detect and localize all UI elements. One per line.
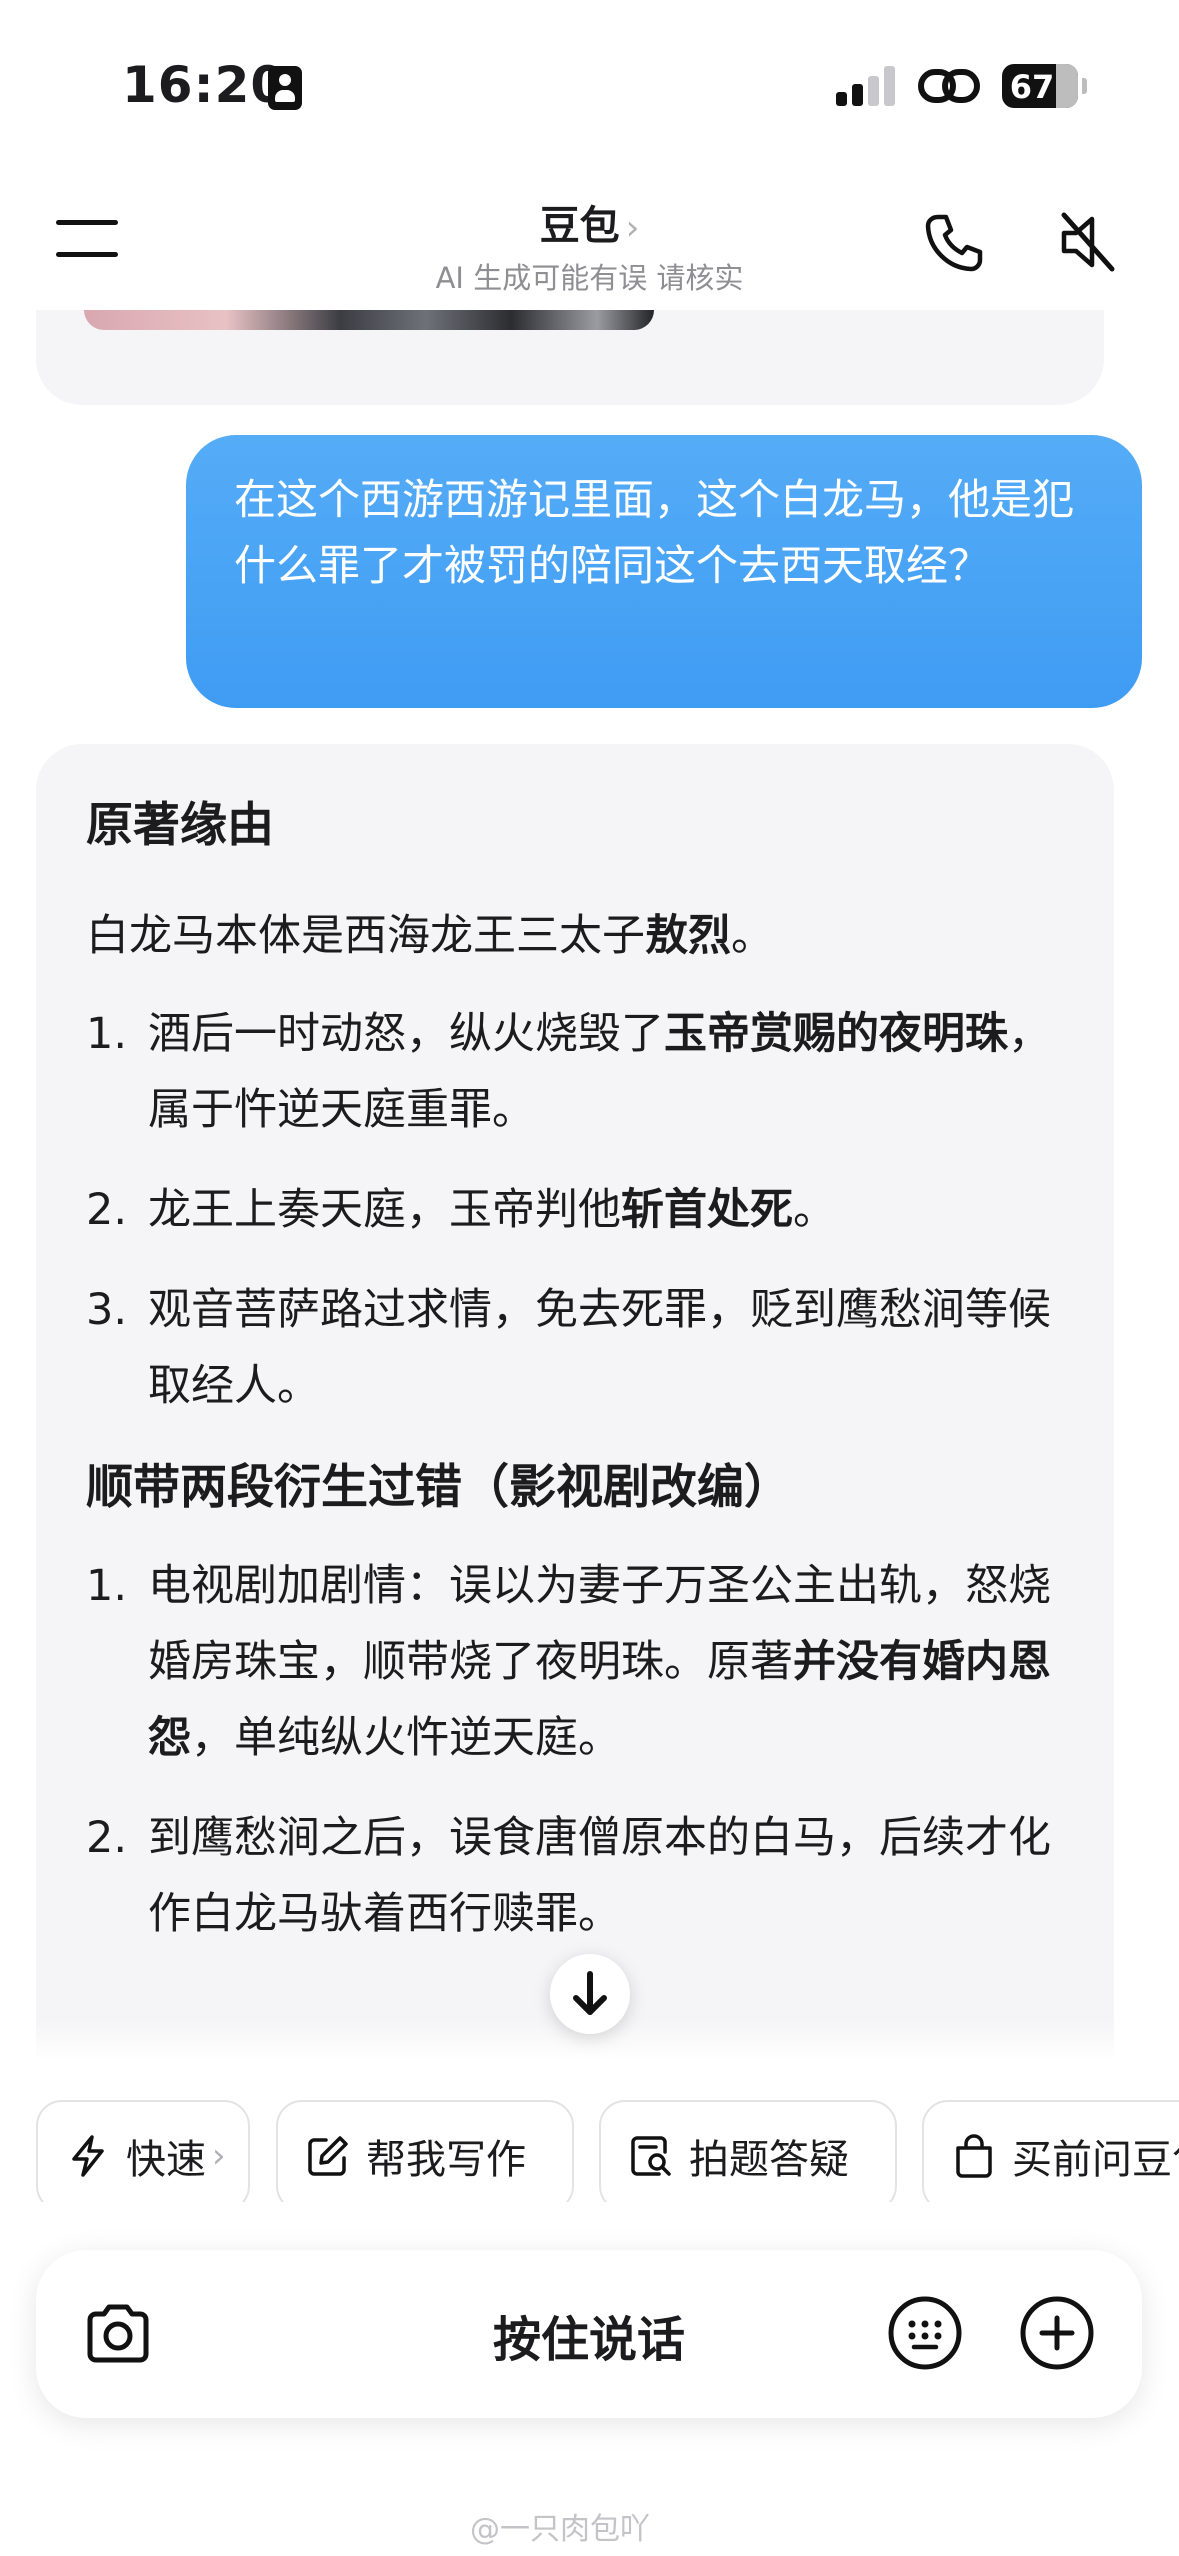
arrow-down-icon bbox=[573, 1971, 607, 2015]
scroll-to-bottom-button[interactable] bbox=[550, 1954, 630, 2034]
section-heading: 原著缘由 bbox=[86, 798, 274, 853]
personal-hotspot-icon bbox=[918, 69, 980, 103]
ai-response-content: 原著缘由 白龙马本体是西海龙王三太子敖烈。 1. 酒后一时动怒，纵火烧毁了玉帝赏赐… bbox=[86, 788, 1076, 1976]
previous-image-thumbnail[interactable] bbox=[84, 310, 654, 330]
shopping-bag-icon bbox=[956, 2134, 992, 2178]
disclaimer-text: AI 生成可能有误 请核实 bbox=[435, 261, 744, 295]
id-card-icon bbox=[268, 66, 302, 110]
list-item: 1. 酒后一时动怒，纵火烧毁了玉帝赏赐的夜明珠，属于忤逆天庭重罪。 bbox=[86, 1009, 1051, 1135]
chip-label: 帮我写作 bbox=[366, 2137, 526, 2183]
battery-percent: 67 bbox=[1009, 68, 1055, 106]
chip-label: 买前问豆包 bbox=[1012, 2137, 1179, 2183]
shopping-advice-chip[interactable]: 买前问豆包 bbox=[922, 2100, 1179, 2202]
cellular-signal-icon bbox=[836, 66, 896, 106]
watermark: @一只肉包吖 bbox=[470, 2512, 650, 2547]
user-message-bubble[interactable]: 在这个西游西游记里面，这个白龙马，他是犯什么罪了才被罚的陪同这个去西天取经？ bbox=[186, 435, 1142, 708]
list-item: 2. 龙王上奏天庭，玉帝判他斩首处死。 bbox=[86, 1185, 836, 1235]
section-heading: 顺带两段衍生过错（影视剧改编） bbox=[86, 1460, 791, 1515]
numbered-list: 1. 酒后一时动怒，纵火烧毁了玉帝赏赐的夜明珠，属于忤逆天庭重罪。 2. 龙王上奏天… bbox=[86, 996, 1076, 1424]
lightning-icon bbox=[72, 2135, 104, 2177]
intro-paragraph: 白龙马本体是西海龙王三太子敖烈。 bbox=[86, 911, 774, 961]
keyboard-icon[interactable] bbox=[886, 2294, 964, 2372]
user-message-text: 在这个西游西游记里面，这个白龙马，他是犯什么罪了才被罚的陪同这个去西天取经？ bbox=[234, 475, 1075, 590]
list-item: 3. 观音菩萨路过求情，免去死罪，贬到鹰愁涧等候取经人。 bbox=[86, 1285, 1051, 1411]
hold-to-talk-button[interactable]: 按住说话 bbox=[36, 2300, 1142, 2370]
numbered-list: 1. 电视剧加剧情：误以为妻子万圣公主出轨，怒烧婚房珠宝，顺带烧了夜明珠。原著并没… bbox=[86, 1548, 1076, 1952]
list-item: 1. 电视剧加剧情：误以为妻子万圣公主出轨，怒烧婚房珠宝，顺带烧了夜明珠。原著并没… bbox=[86, 1561, 1051, 1763]
quick-actions: 快速› 帮我写作 拍题答疑 买前问豆包 bbox=[0, 2062, 1179, 2202]
previous-message-card bbox=[36, 310, 1104, 405]
chat-scroll-area[interactable]: 在这个西游西游记里面，这个白龙马，他是犯什么罪了才被罚的陪同这个去西天取经？ 原… bbox=[0, 310, 1179, 2062]
chevron-right-icon: › bbox=[212, 2136, 226, 2176]
list-item: 2. 到鹰愁涧之后，误食唐僧原本的白马，后续才化作白龙马驮着西行赎罪。 bbox=[86, 1813, 1051, 1939]
status-time: 16:20 bbox=[122, 56, 287, 114]
model-speed-chip[interactable]: 快速 › bbox=[36, 2100, 250, 2202]
chip-label: 快速 bbox=[126, 2137, 206, 2183]
chevron-right-icon: › bbox=[625, 208, 640, 248]
chat-header: 豆包 › AI 生成可能有误 请核实 bbox=[0, 175, 1179, 310]
plus-icon[interactable] bbox=[1018, 2294, 1096, 2372]
phone-call-icon[interactable] bbox=[924, 213, 984, 273]
chip-label: 拍题答疑 bbox=[689, 2137, 849, 2183]
write-for-me-chip[interactable]: 帮我写作 bbox=[276, 2100, 574, 2202]
bot-name[interactable]: 豆包 bbox=[540, 193, 620, 251]
input-bar: 按住说话 bbox=[36, 2250, 1142, 2418]
chat-title[interactable]: 豆包 › bbox=[0, 193, 1179, 251]
ai-response-card[interactable]: 原著缘由 白龙马本体是西海龙王三太子敖烈。 1. 酒后一时动怒，纵火烧毁了玉帝赏赐… bbox=[36, 744, 1114, 2062]
photo-question-chip[interactable]: 拍题答疑 bbox=[599, 2100, 897, 2202]
speaker-mute-icon[interactable] bbox=[1058, 209, 1118, 275]
scan-question-icon bbox=[631, 2136, 671, 2176]
edit-icon bbox=[308, 2136, 348, 2176]
battery-icon: 67 bbox=[1002, 64, 1078, 108]
status-bar: 16:20 67 bbox=[0, 0, 1179, 175]
